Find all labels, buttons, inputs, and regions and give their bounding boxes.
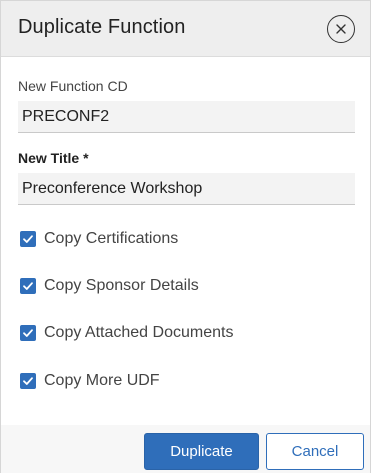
copy-more-udf-label: Copy More UDF [44, 372, 160, 389]
checkmark-icon [23, 235, 33, 243]
checkmark-icon [23, 377, 33, 385]
new-title-input[interactable] [18, 173, 355, 205]
close-button[interactable] [327, 15, 355, 43]
copy-attached-documents-label: Copy Attached Documents [44, 324, 234, 341]
copy-certifications-checkbox[interactable]: Copy Certifications [20, 229, 178, 249]
checkbox-checked[interactable] [20, 231, 36, 247]
checkmark-icon [23, 329, 33, 337]
copy-sponsor-details-checkbox[interactable]: Copy Sponsor Details [20, 276, 199, 296]
cancel-button[interactable]: Cancel [266, 433, 364, 470]
copy-certifications-label: Copy Certifications [44, 230, 179, 247]
copy-attached-documents-checkbox[interactable]: Copy Attached Documents [20, 323, 233, 343]
duplicate-button[interactable]: Duplicate [144, 433, 259, 470]
function-cd-input[interactable] [18, 101, 355, 133]
duplicate-function-dialog: Duplicate Function New Function CD New T… [0, 0, 371, 473]
function-cd-label: New Function CD [18, 78, 128, 94]
copy-more-udf-checkbox[interactable]: Copy More UDF [20, 371, 160, 391]
checkbox-checked[interactable] [20, 325, 36, 341]
dialog-title: Duplicate Function [18, 16, 186, 38]
close-icon [336, 24, 346, 34]
dialog-header: Duplicate Function [1, 1, 370, 57]
new-title-label: New Title * [18, 150, 89, 166]
checkmark-icon [23, 282, 33, 290]
checkbox-checked[interactable] [20, 373, 36, 389]
checkbox-checked[interactable] [20, 278, 36, 294]
copy-sponsor-details-label: Copy Sponsor Details [44, 277, 199, 294]
